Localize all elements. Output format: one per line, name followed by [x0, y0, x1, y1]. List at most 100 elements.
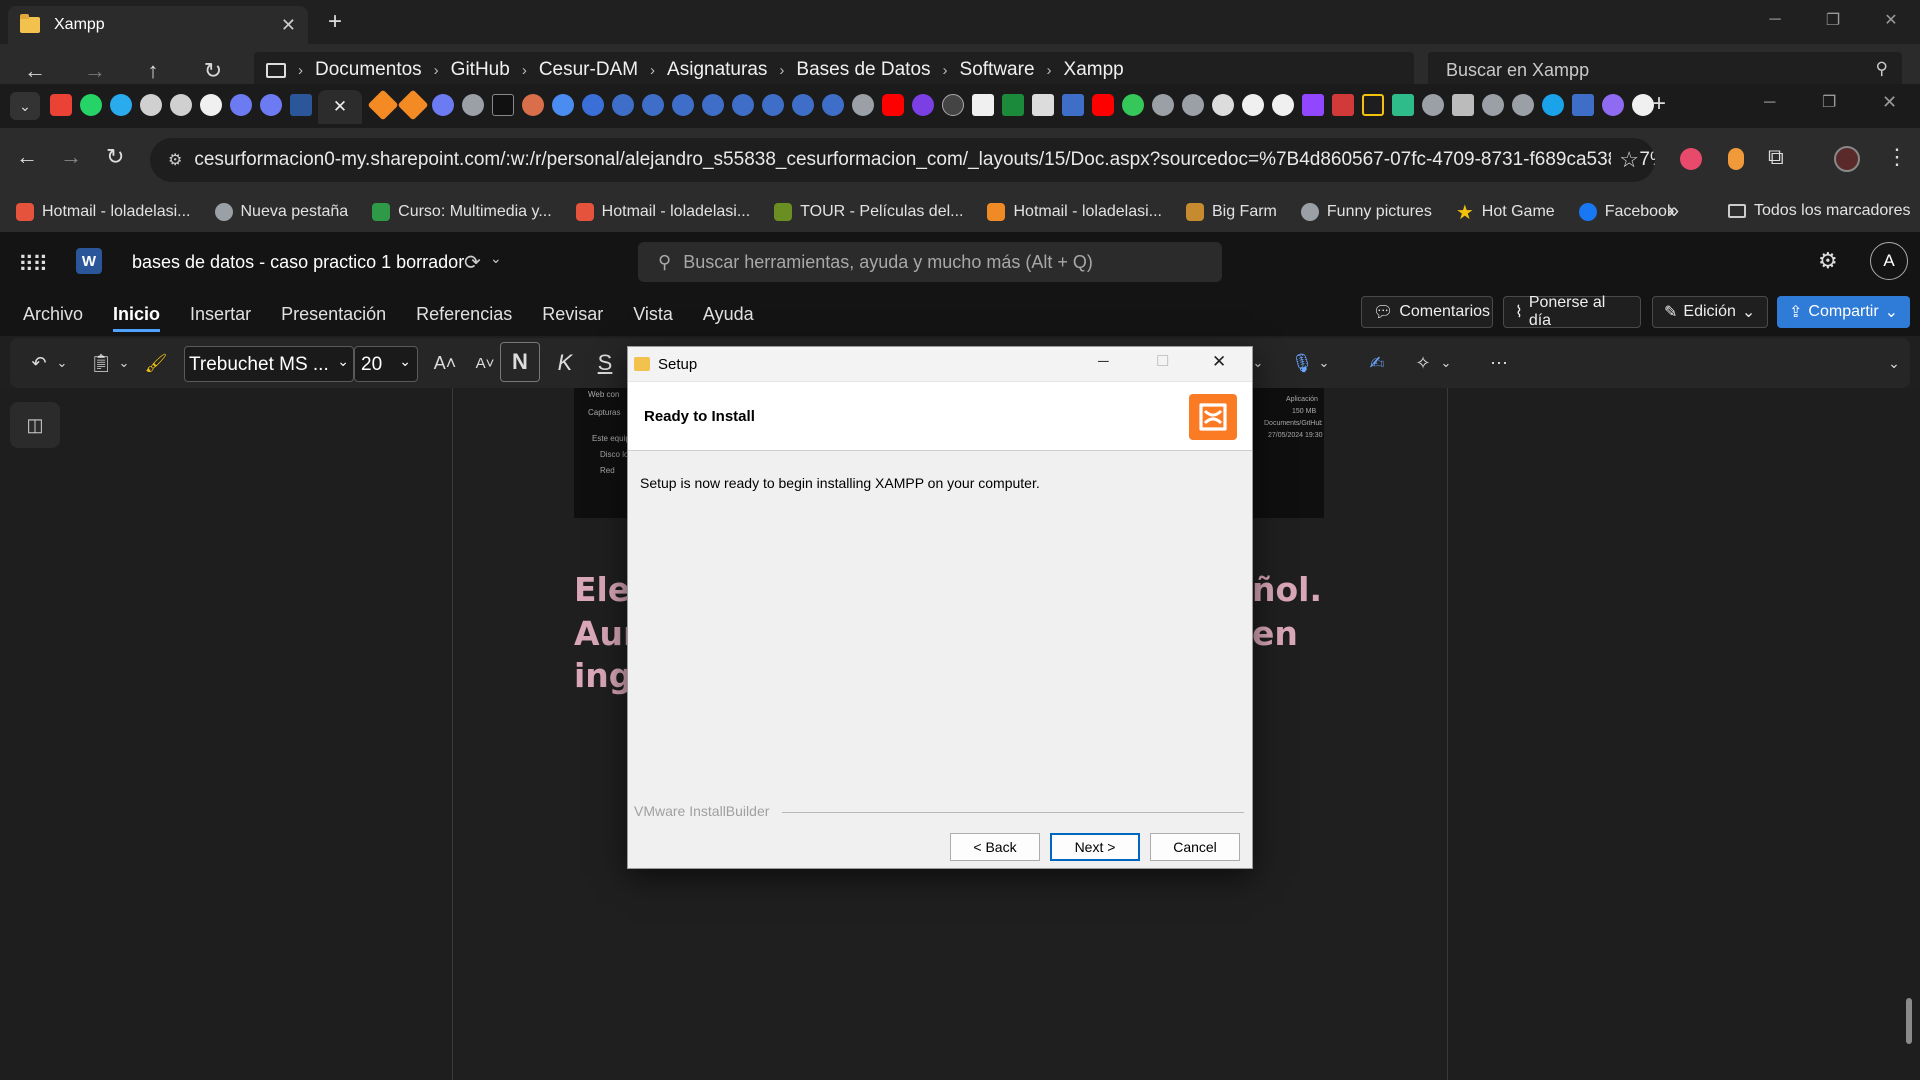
app-tab-icon[interactable]	[1362, 94, 1384, 116]
app-tab-icon[interactable]	[492, 94, 514, 116]
app-tab-icon[interactable]	[702, 94, 724, 116]
app-tab-icon[interactable]	[1602, 94, 1624, 116]
app-tab-icon[interactable]	[1032, 94, 1054, 116]
app-tab-icon[interactable]	[762, 94, 784, 116]
globe-tab-icon[interactable]	[462, 94, 484, 116]
tab-presentacion[interactable]: Presentación	[281, 304, 386, 325]
bookmark-star-icon[interactable]: ☆	[1611, 147, 1639, 173]
puzzle-tab-icon[interactable]	[1452, 94, 1474, 116]
editing-mode-button[interactable]: ✎ Edición ⌄	[1652, 296, 1768, 328]
minimize-icon[interactable]: ─	[1746, 0, 1804, 40]
breadcrumb-item[interactable]: Cesur-DAM	[539, 59, 638, 81]
close-icon[interactable]: ✕	[281, 15, 296, 36]
telegram-tab-icon[interactable]	[110, 94, 132, 116]
google-tab-icon[interactable]	[1632, 94, 1654, 116]
app-tab-icon[interactable]	[732, 94, 754, 116]
refresh-icon[interactable]: ↻	[198, 56, 228, 86]
format-painter-icon[interactable]: 🖌︎	[144, 348, 168, 378]
user-avatar[interactable]: A	[1870, 242, 1908, 280]
tab-revisar[interactable]: Revisar	[542, 304, 603, 325]
breadcrumb-item[interactable]: GitHub	[451, 59, 510, 81]
tab-inicio[interactable]: Inicio	[113, 304, 161, 332]
cancel-button[interactable]: Cancel	[1150, 833, 1240, 861]
chatgpt-tab-icon[interactable]	[170, 94, 192, 116]
word-tab-icon[interactable]	[290, 94, 312, 116]
bookmark-item[interactable]: Hotmail - loladelasi...	[575, 203, 750, 221]
app-tab-icon[interactable]	[912, 94, 934, 116]
github-tab-icon[interactable]	[1242, 94, 1264, 116]
whatsapp-tab-icon[interactable]	[80, 94, 102, 116]
font-family-select[interactable]: Trebuchet MS ... ⌄	[184, 346, 354, 382]
bookmark-item[interactable]: Hotmail - loladelasi...	[16, 203, 191, 221]
shrink-font-icon[interactable]: A˅	[470, 348, 500, 378]
bookmark-item[interactable]: Facebook	[1578, 203, 1675, 221]
app-tab-icon[interactable]	[1122, 94, 1144, 116]
minimize-icon[interactable]: ─	[1764, 94, 1775, 112]
app-tab-icon[interactable]	[792, 94, 814, 116]
youtube-tab-icon[interactable]	[882, 94, 904, 116]
word-search-input[interactable]: ⚲ Buscar herramientas, ayuda y mucho más…	[638, 242, 1222, 282]
editor-icon[interactable]: ✍︎	[1364, 348, 1390, 378]
forward-arrow-icon[interactable]: →	[60, 144, 82, 170]
app-tab-icon[interactable]	[432, 94, 454, 116]
clipboard-icon[interactable]: 📋︎	[88, 348, 114, 378]
explorer-search-input[interactable]: Buscar en Xampp ⚲	[1428, 52, 1902, 88]
app-tab-icon[interactable]	[642, 94, 664, 116]
app-launcher-icon[interactable]: ⠿⠿	[18, 252, 48, 278]
app-tab-icon[interactable]	[1212, 94, 1234, 116]
undo-icon[interactable]: ↶	[26, 348, 52, 378]
new-tab-icon[interactable]: +	[1652, 90, 1666, 118]
breadcrumb-item[interactable]: Software	[960, 59, 1035, 81]
chevron-down-icon[interactable]: ⌄	[116, 348, 132, 378]
back-arrow-icon[interactable]: ←	[16, 144, 38, 170]
maximize-icon[interactable]: ❐	[1804, 0, 1862, 40]
breadcrumb[interactable]: › Documentos › GitHub › Cesur-DAM › Asig…	[254, 52, 1414, 88]
grow-font-icon[interactable]: A˄	[430, 348, 460, 378]
site-info-icon[interactable]: ⚙	[168, 150, 182, 170]
tab-archivo[interactable]: Archivo	[23, 304, 83, 325]
expand-ribbon-chevron-icon[interactable]: ⌄	[1884, 348, 1904, 378]
bookmark-item[interactable]: Funny pictures	[1300, 203, 1432, 221]
address-bar[interactable]: ⚙ cesurformacion0-my.sharepoint.com/:w:/…	[150, 138, 1655, 182]
bookmark-item[interactable]: Nueva pestaña	[214, 203, 348, 221]
share-button[interactable]: ⇪ Compartir ⌄	[1777, 296, 1910, 328]
microphone-icon[interactable]: 🎙︎	[1290, 348, 1314, 378]
next-button[interactable]: Next >	[1050, 833, 1140, 861]
extensions-puzzle-icon[interactable]: ⧉	[1768, 144, 1784, 170]
tab-search-chevron-icon[interactable]: ⌄	[10, 92, 40, 120]
close-window-icon[interactable]: ✕	[1862, 0, 1920, 40]
active-tab-close-icon[interactable]: ✕	[318, 90, 362, 124]
breadcrumb-item[interactable]: Asignaturas	[667, 59, 767, 81]
app-tab-icon[interactable]	[822, 94, 844, 116]
breadcrumb-item[interactable]: Xampp	[1064, 59, 1124, 81]
app-tab-icon[interactable]	[1002, 94, 1024, 116]
app-tab-icon[interactable]	[260, 94, 282, 116]
close-icon[interactable]: ✕	[1212, 352, 1226, 372]
chevron-down-icon[interactable]: ⌄	[1316, 348, 1332, 378]
extension-icon[interactable]	[1680, 148, 1702, 170]
bold-button[interactable]: N	[500, 342, 540, 382]
chevron-down-icon[interactable]: ⌄	[490, 250, 502, 267]
globe-tab-icon[interactable]	[1482, 94, 1504, 116]
setup-title-bar[interactable]: Setup ─ ☐ ✕	[628, 347, 1252, 381]
w3schools-tab-icon[interactable]	[972, 94, 994, 116]
sync-icon[interactable]: ⟳	[464, 250, 481, 275]
document-title[interactable]: bases de datos - caso practico 1 borrado…	[132, 252, 464, 273]
tab-referencias[interactable]: Referencias	[416, 304, 512, 325]
chevron-down-icon[interactable]: ⌄	[54, 348, 70, 378]
twitch-tab-icon[interactable]	[1302, 94, 1324, 116]
tab-ayuda[interactable]: Ayuda	[703, 304, 754, 325]
globe-tab-icon[interactable]	[1512, 94, 1534, 116]
gmail-tab-icon[interactable]	[50, 94, 72, 116]
reload-icon[interactable]: ↻	[106, 144, 124, 170]
app-tab-icon[interactable]	[230, 94, 252, 116]
app-tab-icon[interactable]	[1062, 94, 1084, 116]
navigation-pane-icon[interactable]: ◫	[10, 402, 60, 448]
extension-icon[interactable]	[1728, 148, 1744, 170]
app-tab-icon[interactable]	[672, 94, 694, 116]
app-tab-icon[interactable]	[612, 94, 634, 116]
tab-vista[interactable]: Vista	[633, 304, 673, 325]
settings-gear-icon[interactable]: ⚙	[1818, 248, 1838, 274]
breadcrumb-item[interactable]: Documentos	[315, 59, 422, 81]
close-window-icon[interactable]: ✕	[1882, 92, 1897, 113]
